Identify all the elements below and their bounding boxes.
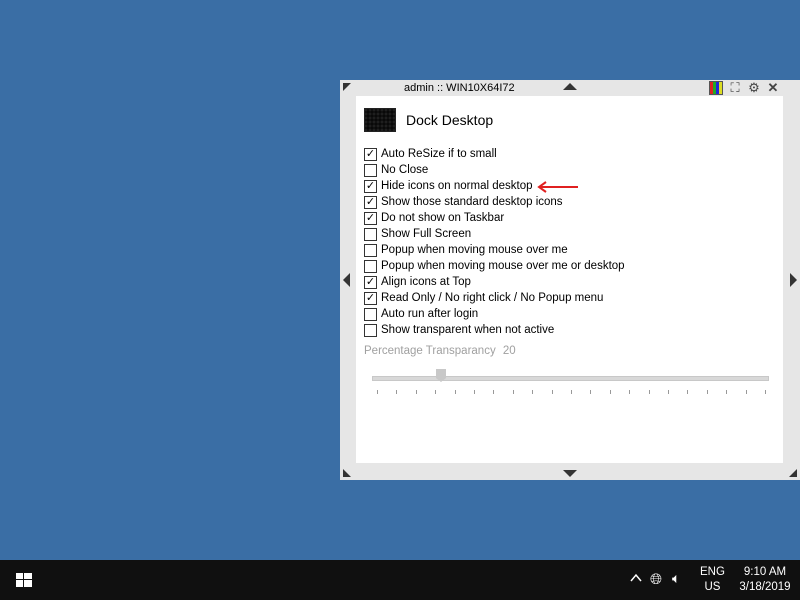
option-row[interactable]: ✓ Read Only / No right click / No Popup m… [364, 290, 625, 306]
lang-bottom: US [704, 581, 721, 593]
slider-tick [377, 390, 378, 394]
option-label: Read Only / No right click / No Popup me… [381, 292, 604, 304]
slider-tick [745, 390, 747, 394]
options-list: ✓ Auto ReSize if to small No Close ✓ Hide ic… [364, 146, 625, 338]
option-label: Popup when moving mouse over me [381, 244, 568, 256]
clock-time: 9:10 AM [743, 566, 787, 578]
slider-tick [765, 390, 766, 394]
option-label: Align icons at Top [381, 276, 471, 288]
option-label: Auto ReSize if to small [381, 148, 497, 160]
resize-corner-bottom-right-icon[interactable] [789, 469, 797, 477]
option-checkbox[interactable] [364, 227, 377, 241]
slider-tick [590, 390, 592, 394]
option-row[interactable]: ✓ Align icons at Top [364, 274, 625, 290]
option-row[interactable]: Popup when moving mouse over me or deskt… [364, 258, 625, 274]
dock-app-icon [364, 108, 396, 132]
option-checkbox[interactable] [364, 307, 377, 321]
option-row[interactable]: Show Full Screen [364, 226, 625, 242]
slider-tick [706, 390, 708, 394]
speaker-icon[interactable]: 🔈︎ [672, 570, 680, 587]
transparency-label-row: Percentage Transparancy 20 [364, 345, 516, 357]
option-checkbox[interactable]: ✓ [364, 211, 377, 225]
arrow-down-icon[interactable] [563, 470, 577, 477]
close-icon[interactable]: ✕ [766, 81, 780, 95]
red-arrow-icon [537, 181, 578, 193]
palette-icon[interactable] [709, 81, 723, 95]
option-label: Do not show on Taskbar [381, 212, 505, 224]
chevron-up-icon[interactable] [630, 572, 642, 584]
slider-tick [687, 390, 689, 394]
transparency-value: 20 [502, 345, 516, 357]
windows-start-icon[interactable] [16, 573, 32, 587]
slider-tick [571, 390, 572, 394]
option-label: Show transparent when not active [381, 324, 555, 336]
dock-header: Dock Desktop [364, 108, 493, 132]
slider-tick [415, 390, 417, 394]
slider-tick [474, 390, 475, 394]
option-checkbox[interactable]: ✓ [364, 291, 377, 305]
option-checkbox[interactable] [364, 259, 377, 273]
resize-corner-bottom-left-icon[interactable] [343, 469, 351, 477]
slider-tick [668, 390, 669, 394]
slider-tick [396, 390, 398, 394]
slider-tick [648, 390, 650, 394]
transparency-label: Percentage Transparancy [364, 345, 496, 357]
option-checkbox[interactable]: ✓ [364, 179, 377, 193]
option-checkbox[interactable]: ✓ [364, 275, 377, 289]
slider-tick [493, 390, 495, 394]
lang-top: ENG [700, 566, 725, 578]
option-label: Hide icons on normal desktop [381, 180, 533, 192]
option-row[interactable]: ✓ Show those standard desktop icons [364, 194, 625, 210]
dock-desktop-window: admin :: WIN10X64I72 ⛶ ⚙ ✕ Dock Desktop … [340, 80, 800, 480]
option-row[interactable]: Show transparent when not active [364, 322, 625, 338]
clock[interactable]: 9:10 AM 3/18/2019 [735, 565, 795, 595]
option-label: No Close [381, 164, 429, 176]
option-label: Popup when moving mouse over me or deskt… [381, 260, 625, 272]
option-label: Auto run after login [381, 308, 479, 320]
fullscreen-icon[interactable]: ⛶ [728, 81, 742, 95]
title-icon-group: ⛶ ⚙ ✕ [709, 81, 780, 95]
arrow-left-icon[interactable] [343, 273, 350, 287]
resize-corner-top-left-icon[interactable] [343, 83, 351, 91]
slider-tick [551, 390, 553, 394]
network-globe-icon[interactable]: 🌐︎ [650, 571, 662, 588]
option-checkbox[interactable]: ✓ [364, 147, 377, 161]
arrow-up-icon[interactable] [563, 83, 577, 90]
slider-ticks [377, 390, 766, 394]
transparency-slider-track[interactable] [372, 376, 769, 381]
language-indicator[interactable]: ENG US [700, 565, 725, 595]
option-checkbox[interactable] [364, 243, 377, 257]
option-row[interactable]: ✓ Auto ReSize if to small [364, 146, 625, 162]
option-label: Show Full Screen [381, 228, 472, 240]
gear-icon[interactable]: ⚙ [747, 81, 761, 95]
slider-tick [454, 390, 456, 394]
taskbar: 🌐︎ 🔈︎ ENG US 9:10 AM 3/18/2019 [0, 560, 800, 600]
arrow-right-icon[interactable] [790, 273, 797, 287]
slider-tick [609, 390, 611, 394]
option-label: Show those standard desktop icons [381, 196, 563, 208]
dock-title-text: admin :: WIN10X64I72 [404, 82, 515, 94]
option-checkbox[interactable] [364, 323, 377, 337]
option-checkbox[interactable]: ✓ [364, 195, 377, 209]
slider-tick [512, 390, 514, 394]
option-row[interactable]: ✓ Hide icons on normal desktop [364, 178, 625, 194]
slider-tick [726, 390, 728, 394]
dock-content-panel: Dock Desktop ✓ Auto ReSize if to small No … [356, 96, 783, 463]
clock-date: 3/18/2019 [739, 581, 791, 593]
option-row[interactable]: No Close [364, 162, 625, 178]
option-row[interactable]: ✓ Do not show on Taskbar [364, 210, 625, 226]
slider-tick [629, 390, 631, 394]
option-checkbox[interactable] [364, 163, 377, 177]
dock-header-title: Dock Desktop [406, 112, 494, 128]
slider-tick [532, 390, 534, 394]
option-row[interactable]: Popup when moving mouse over me [364, 242, 625, 258]
option-row[interactable]: Auto run after login [364, 306, 625, 322]
slider-tick [435, 390, 437, 394]
